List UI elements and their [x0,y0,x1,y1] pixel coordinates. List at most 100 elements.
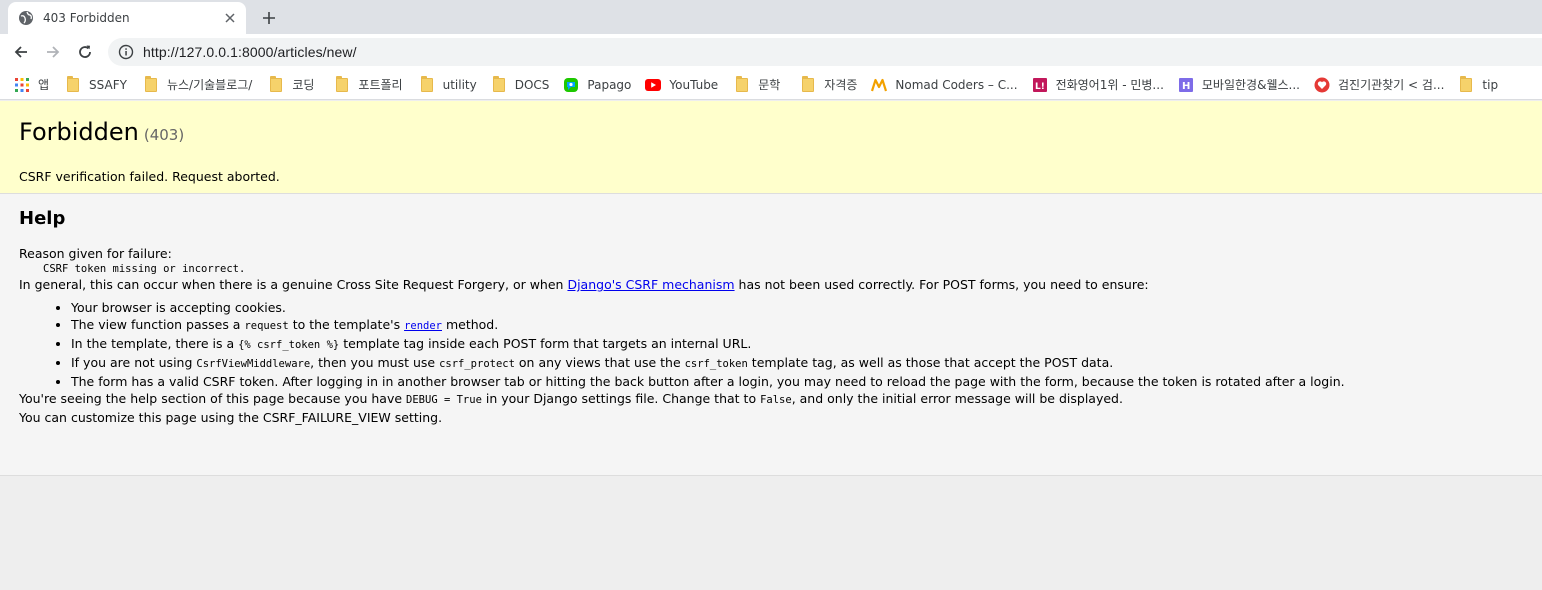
bookmark-ssafy[interactable]: SSAFY [63,72,133,98]
tab-strip: 403 Forbidden [0,0,1542,34]
bookmark-label: 포트폴리 [358,78,403,92]
svg-text:H: H [1182,81,1190,92]
bookmark-hankyung[interactable]: H 모바일한경&웰스... [1176,72,1306,98]
folder-icon [419,75,435,93]
plus-icon [263,12,275,24]
list-item-text: In the template, there is a [71,336,239,351]
bookmark-label: DOCS [514,77,550,92]
bookmark-label: 자격증 [824,78,858,92]
bookmark-label: 문학 [758,78,781,92]
info-icon[interactable] [118,44,134,60]
intro-text-after: has not been used correctly. For POST fo… [734,277,1149,292]
address-bar[interactable]: http://127.0.0.1:8000/articles/new/ [108,38,1542,66]
reload-icon [79,45,91,58]
folder-icon [334,75,350,93]
customize-paragraph: You can customize this page using the CS… [19,410,443,425]
list-item-text: on any views that use the [514,355,685,370]
page-title: Forbidden (403) [19,118,1523,149]
intro-text: In general, this can occur when there is… [19,277,568,292]
forward-button[interactable] [41,40,65,64]
bookmark-news[interactable]: 뉴스/기술블로그/ [141,72,258,98]
code-csrf-protect: csrf_protect [439,358,515,370]
bookmark-label: YouTube [669,77,719,92]
error-title: Forbidden [19,118,139,146]
bookmark-docs[interactable]: DOCS [489,72,556,98]
list-item: If you are not using CsrfViewMiddleware,… [71,354,1523,373]
bookmark-coding[interactable]: 코딩 [266,72,320,98]
bookmark-portfolio[interactable]: 포트폴리 [332,72,408,98]
folder-icon [1458,75,1474,93]
list-item-text: template tag, as well as those that acce… [747,355,1114,370]
bookmark-label: Papago [587,77,632,92]
bookmark-tip[interactable]: tip [1456,72,1504,98]
close-tab-icon[interactable] [222,10,238,26]
folder-icon [143,75,159,93]
list-item: Your browser is accepting cookies. [71,299,1523,316]
folder-icon [65,75,81,93]
list-item-text: , then you must use [310,355,440,370]
bookmark-label: 모바일한경&웰스... [1201,78,1300,92]
arrow-right-icon [47,46,60,58]
bookmarks-bar: 앱 SSAFY 뉴스/기술블로그/ 코딩 포트폴리 utility DOCS P… [0,70,1542,100]
error-summary: Forbidden (403) CSRF verification failed.… [0,101,1542,194]
list-item-text: method. [442,317,499,332]
list-item-text: to the template's [288,317,405,332]
bookmark-apps[interactable]: 앱 [12,72,55,98]
folder-icon [800,75,816,93]
reason-label: Reason given for failure: [19,246,172,261]
heart-icon [1314,77,1330,93]
globe-icon [18,10,34,26]
arrow-left-icon [14,46,27,58]
bookmark-phone-english[interactable]: L! 전화영어1위 - 민병... [1030,72,1170,98]
bookmark-health-check[interactable]: 검진기관찾기 < 검... [1312,72,1450,98]
debug-text: in your Django settings file. Change tha… [481,391,761,406]
csrf-mechanism-link[interactable]: Django's CSRF mechanism [567,277,734,292]
browser-tab[interactable]: 403 Forbidden [8,2,246,34]
site-icon-h: H [1178,77,1194,93]
error-message: CSRF verification failed. Request aborte… [19,169,280,184]
bookmark-label: 앱 [38,78,50,92]
reload-button[interactable] [73,40,97,64]
tab-title: 403 Forbidden [43,11,130,25]
nomad-coders-icon [871,77,888,93]
code-middleware: CsrfViewMiddleware [196,358,311,370]
list-item-text: If you are not using [71,355,197,370]
code-csrf-token-tag: {% csrf_token %} [238,339,340,351]
bookmark-label: SSAFY [89,77,127,92]
bookmark-youtube[interactable]: YouTube [643,72,724,98]
bookmark-label: tip [1482,77,1499,92]
reason-text: CSRF token missing or incorrect. [43,263,246,275]
folder-icon [268,75,284,93]
bookmark-utility[interactable]: utility [417,72,483,98]
list-item-text: The view function passes a [71,317,245,332]
url-text: http://127.0.0.1:8000/articles/new/ [143,44,357,60]
list-item-text: Your browser is accepting cookies. [71,300,286,315]
bookmark-certificates[interactable]: 자격증 [798,72,863,98]
bookmark-nomad-coders[interactable]: Nomad Coders – C... [869,72,1023,98]
status-code: (403) [143,126,185,144]
bookmark-papago[interactable]: Papago [561,72,637,98]
new-tab-button[interactable] [258,7,280,29]
bookmark-label: 코딩 [292,78,315,92]
bookmark-label: 전화영어1위 - 민병... [1055,78,1164,92]
list-item: The view function passes a request to th… [71,316,1523,335]
intro-paragraph: In general, this can occur when there is… [19,276,1523,293]
list-item: The form has a valid CSRF token. After l… [71,373,1523,390]
youtube-icon [645,77,662,93]
bookmark-label: Nomad Coders – C... [895,77,1018,92]
back-button[interactable] [9,40,33,64]
svg-text:L!: L! [1035,82,1045,92]
papago-icon [563,77,579,93]
help-section: Help Reason given for failure: CSRF toke… [0,194,1542,476]
requirements-list: Your browser is accepting cookies. The v… [71,299,1523,390]
code-csrf-token: csrf_token [684,358,748,370]
list-item: In the template, there is a {% csrf_toke… [71,335,1523,354]
render-link[interactable]: render [404,320,442,332]
debug-paragraph: You're seeing the help section of this p… [19,390,1523,409]
list-item-text: The form has a valid CSRF token. After l… [71,374,1345,389]
bookmark-label: 검진기관찾기 < 검... [1337,78,1445,92]
bookmark-literature[interactable]: 문학 [732,72,786,98]
browser-toolbar: http://127.0.0.1:8000/articles/new/ [0,34,1542,70]
bookmark-label: 뉴스/기술블로그/ [166,78,253,92]
code-false: False [760,394,792,406]
